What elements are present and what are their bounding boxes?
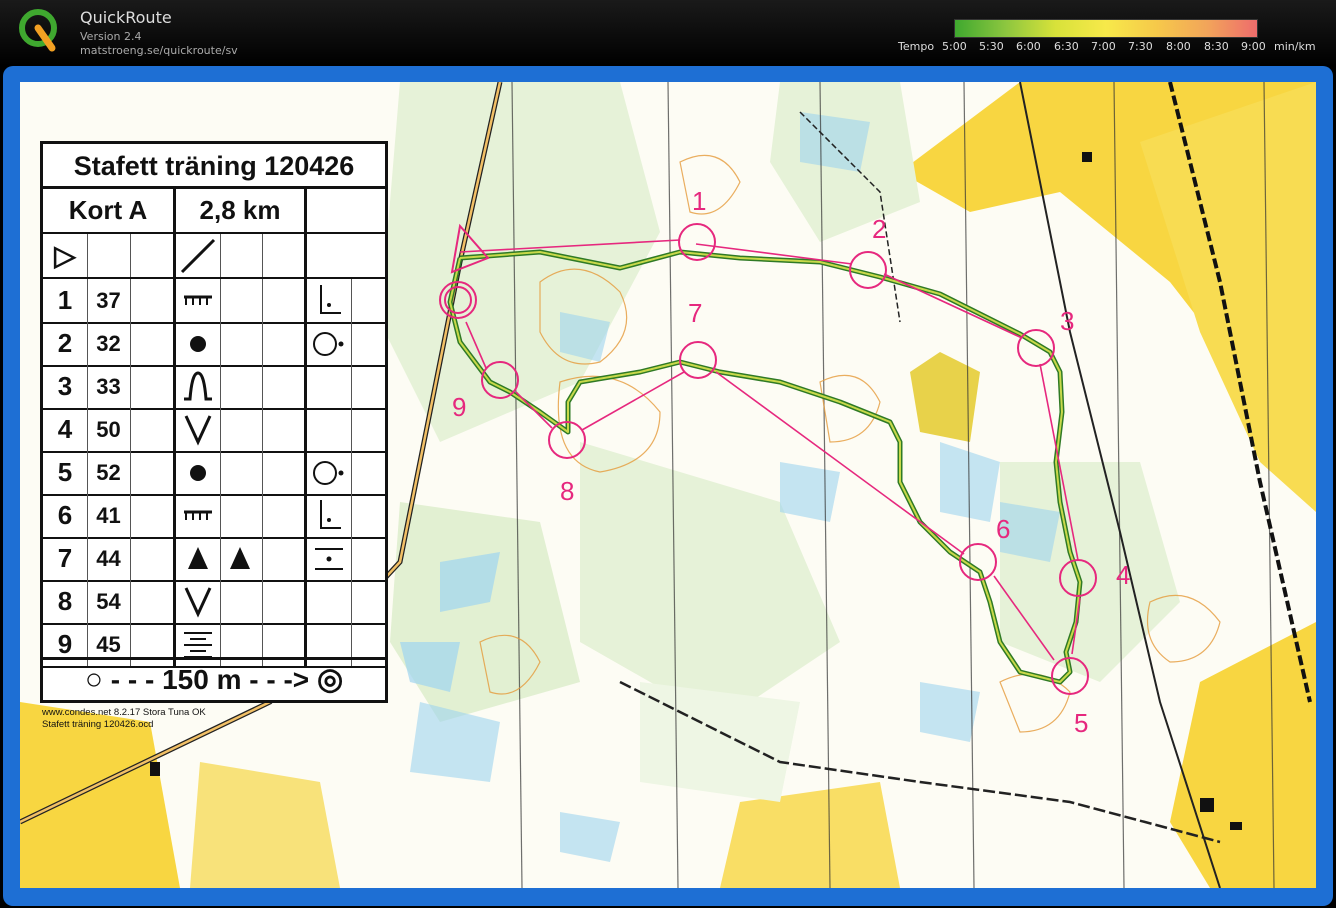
credit-line: Stafett träning 120426.ocd: [42, 719, 154, 730]
finish-start-circle-icon: ○: [84, 663, 103, 696]
building-icon: [1082, 152, 1092, 162]
control-code: 54: [96, 588, 121, 614]
control-number: 4: [1116, 560, 1130, 590]
legend-finish-row: ○ - - - 150 m - - -> ◎: [43, 657, 385, 700]
control-number: 9: [452, 392, 466, 422]
control-number: 6: [57, 500, 73, 530]
control-number: 5: [57, 457, 73, 487]
tempo-tick: 7:00: [1091, 40, 1116, 53]
control-number: 3: [1060, 306, 1074, 336]
control-code: 37: [96, 287, 121, 313]
tempo-tick: 6:30: [1054, 40, 1079, 53]
control-number: 8: [560, 476, 574, 506]
start-symbol-icon: ▷: [54, 240, 76, 271]
legend-control-row: 6 41: [43, 494, 385, 539]
tempo-scale-labels: Tempo 5:00 5:30 6:00 6:30 7:00 7:30 8:00…: [0, 40, 1336, 56]
tempo-tick: 5:30: [979, 40, 1004, 53]
tempo-label: Tempo: [898, 40, 935, 53]
tempo-tick: 8:00: [1166, 40, 1191, 53]
legend-control-row: 2 32: [43, 322, 385, 367]
reentrant-icon: [176, 580, 220, 623]
control-code: 33: [96, 373, 121, 399]
control-number: 6: [996, 514, 1010, 544]
legend-control-row: 8 54: [43, 580, 385, 625]
tempo-tick: 6:00: [1016, 40, 1041, 53]
app-name: QuickRoute: [80, 8, 172, 27]
tempo-unit: min/km: [1274, 40, 1316, 53]
tempo-tick: 9:00: [1241, 40, 1266, 53]
ditch-end-icon: [176, 279, 220, 322]
credit-line: www.condes.net 8.2.17 Stora Tuna OK: [42, 707, 206, 718]
legend-course-row: Kort A 2,8 km: [43, 189, 385, 234]
legend-control-row: 1 37: [43, 279, 385, 324]
legend-start-row: ▷: [43, 234, 385, 279]
control-number: 4: [57, 414, 73, 444]
control-number: 1: [57, 285, 73, 315]
control-code: 52: [96, 459, 121, 485]
tempo-tick: 7:30: [1128, 40, 1153, 53]
tempo-color-bar: [954, 19, 1258, 38]
course-length: 2,8 km: [199, 195, 281, 225]
east-side-icon: [307, 451, 351, 494]
finish-distance: - - - 150 m - - ->: [110, 664, 310, 695]
boulder-icon: [176, 451, 220, 494]
corner-se-icon: [307, 279, 351, 322]
control-number: 5: [1074, 708, 1088, 738]
tempo-tick: 5:00: [942, 40, 967, 53]
control-number: 3: [57, 371, 73, 401]
legend-control-row: 3 33: [43, 365, 385, 410]
path-crossing-icon: [180, 238, 216, 274]
building-icon: [150, 762, 160, 776]
control-code: 41: [96, 502, 121, 528]
control-code: 32: [96, 330, 121, 356]
course-description-legend: Stafett träning 120426 Kort A 2,8 km ▷ 1…: [40, 141, 388, 703]
control-number: 7: [688, 298, 702, 328]
tempo-tick: 8:30: [1204, 40, 1229, 53]
map-credit: www.condes.net 8.2.17 Stora Tuna OK Staf…: [42, 707, 206, 731]
course-name: Kort A: [68, 195, 148, 225]
building-icon: [1200, 798, 1214, 812]
control-number: 7: [57, 543, 73, 573]
boulder-icon: [176, 322, 220, 365]
control-code: 44: [96, 545, 121, 571]
legend-control-row: 7 44: [43, 537, 385, 582]
finish-circle-icon: ◎: [316, 663, 344, 696]
east-side-icon: [307, 322, 351, 365]
knoll-icon: [176, 365, 220, 408]
control-number: 8: [57, 586, 73, 616]
corner-se-icon: [307, 494, 351, 537]
building-icon: [1230, 822, 1242, 830]
legend-title: Stafett träning 120426: [43, 144, 385, 189]
control-number: 2: [872, 214, 886, 244]
finish-distance-text: 150 m: [162, 664, 242, 695]
app-header: QuickRoute Version 2.4 matstroeng.se/qui…: [0, 0, 1336, 66]
ditch-end-icon: [176, 494, 220, 537]
control-number: 1: [692, 186, 706, 216]
reentrant-icon: [176, 408, 220, 451]
legend-control-row: 5 52: [43, 451, 385, 496]
control-number: 2: [57, 328, 73, 358]
between-icon: [307, 537, 351, 580]
control-code: 50: [96, 416, 121, 442]
legend-control-row: 4 50: [43, 408, 385, 453]
